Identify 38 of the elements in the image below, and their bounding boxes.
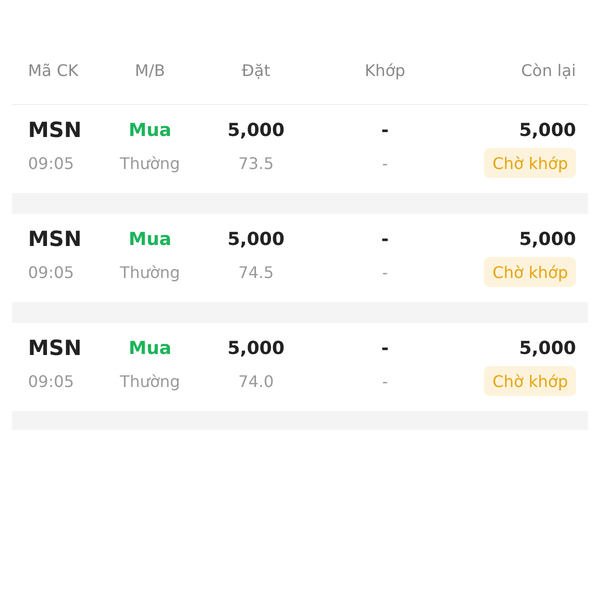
- status-badge: Chờ khớp: [484, 257, 576, 287]
- stock-symbol: MSN: [28, 227, 82, 251]
- order-price: 74.0: [238, 372, 274, 390]
- matched-quantity: -: [381, 228, 389, 250]
- order-type: Thường: [120, 372, 180, 390]
- matched-price: -: [382, 154, 388, 172]
- remaining-quantity: 5,000: [519, 120, 576, 140]
- status-badge: Chờ khớp: [484, 366, 576, 396]
- column-header: Khớp: [364, 60, 406, 80]
- order-card[interactable]: MSN Mua 5,000 - 5,000 09:05 Thường 73.5 - Chờ khớp: [12, 105, 588, 193]
- order-time: 09:05: [28, 372, 74, 390]
- order-side: Mua: [128, 338, 172, 358]
- order-type: Thường: [120, 262, 180, 282]
- order-price: 74.5: [238, 262, 274, 282]
- order-side: Mua: [128, 120, 172, 140]
- matched-quantity: -: [381, 120, 389, 140]
- status-badge: Chờ khớp: [484, 148, 576, 178]
- column-header: Mã CK: [28, 60, 80, 80]
- remaining-quantity: 5,000: [519, 228, 576, 250]
- order-type: Thường: [120, 154, 180, 172]
- matched-price: -: [382, 372, 388, 390]
- order-card[interactable]: MSN Mua 5,000 - 5,000 09:05 Thường 74.5 - Chờ khớp: [12, 214, 588, 302]
- column-header: M/B: [134, 60, 166, 80]
- stock-symbol: MSN: [28, 336, 82, 360]
- matched-quantity: -: [381, 338, 389, 358]
- order-side: Mua: [128, 228, 172, 250]
- matched-price: -: [382, 262, 388, 282]
- remaining-quantity: 5,000: [519, 338, 576, 358]
- order-time: 09:05: [28, 262, 74, 282]
- order-price: 73.5: [238, 154, 274, 172]
- order-time: 09:05: [28, 154, 74, 172]
- column-header: Đặt: [240, 60, 272, 80]
- order-quantity: 5,000: [228, 228, 284, 250]
- stock-symbol: MSN: [28, 118, 82, 142]
- order-quantity: 5,000: [228, 338, 284, 358]
- order-quantity: 5,000: [228, 120, 284, 140]
- order-card[interactable]: MSN Mua 5,000 - 5,000 09:05 Thường 74.0 - Chờ khớp: [12, 323, 588, 411]
- column-header: Còn lại: [520, 60, 576, 80]
